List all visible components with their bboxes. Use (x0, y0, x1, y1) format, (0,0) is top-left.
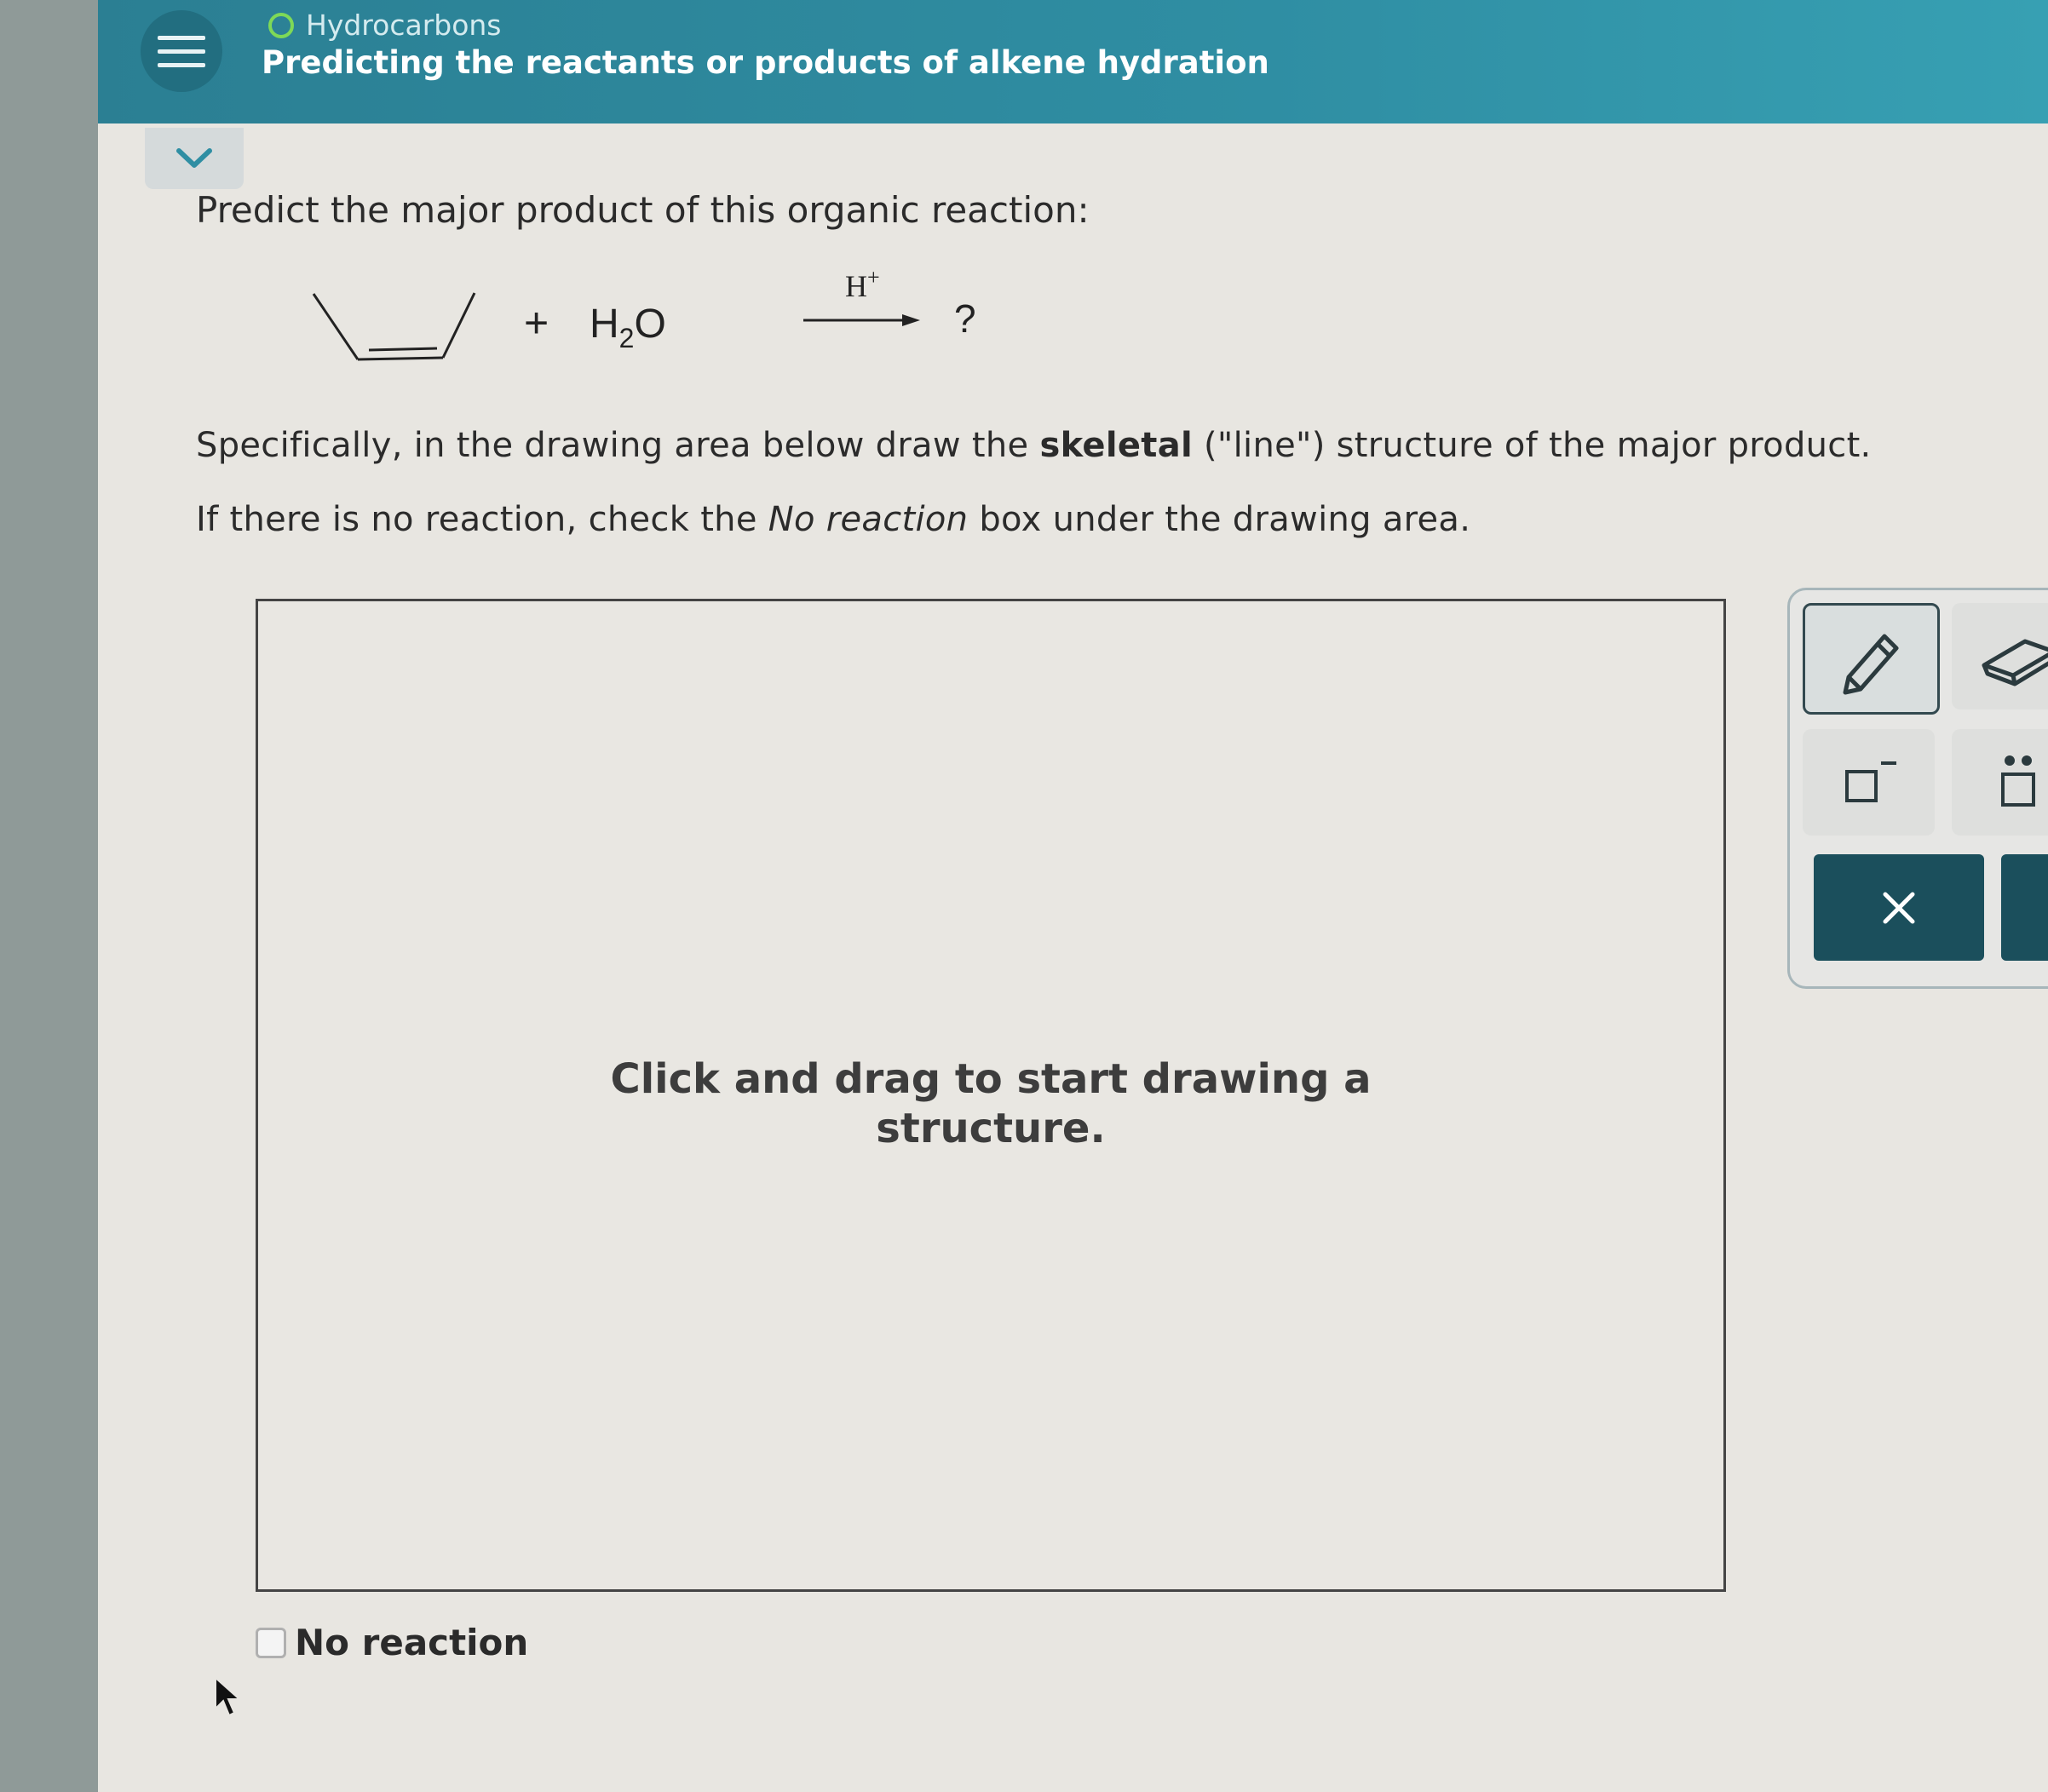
drawing-hint: Click and drag to start drawing a struct… (610, 1055, 1372, 1152)
lone-pair-icon (2000, 755, 2035, 807)
topic-row: Hydrocarbons (268, 9, 502, 42)
eraser-icon (1982, 639, 2048, 686)
menu-button[interactable] (141, 10, 222, 92)
status-circle-icon (268, 12, 294, 38)
drawing-toolbar (1787, 588, 2048, 989)
drawing-canvas[interactable]: Click and drag to start drawing a struct… (256, 599, 1726, 1592)
mouse-cursor-icon (215, 1676, 242, 1717)
eraser-tool-button[interactable] (1952, 603, 2048, 709)
clear-button[interactable] (1814, 854, 1984, 961)
topic-label: Hydrocarbons (306, 9, 502, 42)
pencil-icon (1843, 634, 1898, 694)
reaction-equation: + H2O H+ ? (311, 264, 992, 383)
plus-sign: + (524, 299, 549, 347)
product-placeholder: ? (954, 296, 976, 341)
header-bar: Hydrocarbons Predicting the reactants or… (98, 0, 2048, 123)
water-formula: H2O (590, 302, 666, 353)
chevron-down-icon (176, 148, 212, 168)
reaction-svg: + H2O H+ ? (312, 265, 976, 361)
no-reaction-option[interactable]: No reaction (256, 1622, 528, 1663)
page-title: Predicting the reactants or products of … (262, 44, 1269, 81)
no-reaction-instruction: If there is no reaction, check the No re… (196, 500, 1471, 539)
no-reaction-checkbox[interactable] (256, 1627, 286, 1658)
charge-icon (1844, 761, 1896, 802)
pencil-tool-button[interactable] (1803, 603, 1940, 715)
x-icon (1883, 892, 1915, 923)
app-window: Hydrocarbons Predicting the reactants or… (98, 0, 2048, 1792)
question-prompt: Predict the major product of this organi… (196, 189, 1090, 231)
instruction-text: Specifically, in the drawing area below … (196, 426, 1872, 465)
charge-tool-button[interactable] (1803, 729, 1935, 836)
reaction-arrow (803, 314, 920, 326)
alkene-structure (312, 292, 476, 361)
next-tool-button[interactable] (2001, 854, 2048, 961)
no-reaction-label: No reaction (295, 1622, 529, 1663)
collapse-button[interactable] (145, 128, 244, 189)
lone-pair-tool-button[interactable] (1952, 729, 2048, 836)
catalyst-label: H+ (845, 265, 880, 303)
menu-icon (158, 35, 205, 40)
